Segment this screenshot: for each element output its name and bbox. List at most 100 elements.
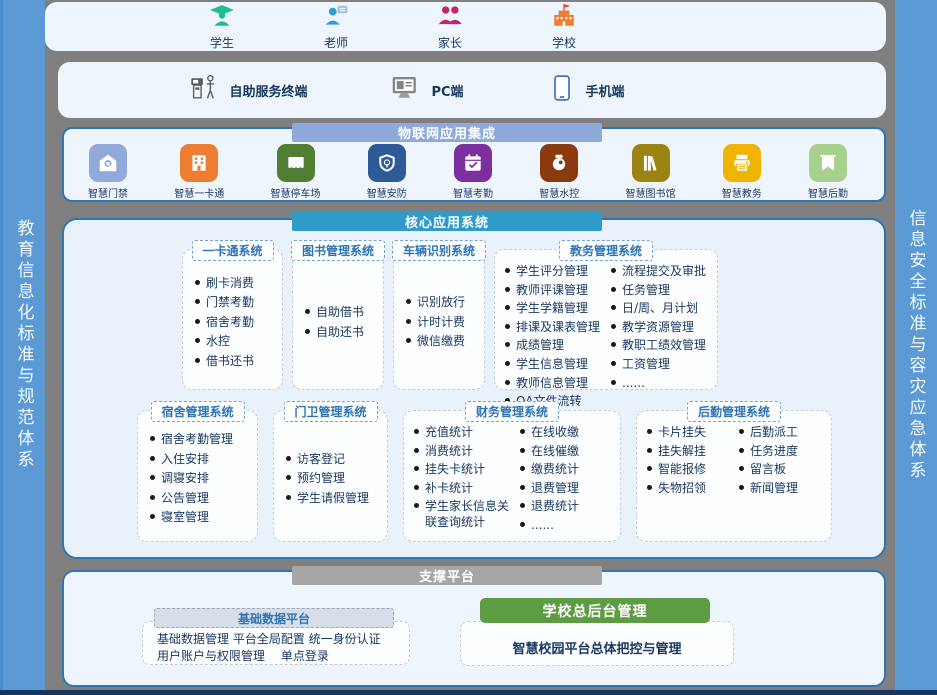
system-item: 失物招领 <box>647 481 737 497</box>
bullet <box>647 485 652 490</box>
system-item: 智能报修 <box>647 462 737 478</box>
bullet <box>505 305 510 310</box>
bullet <box>150 456 155 461</box>
security-shield-icon <box>368 144 406 182</box>
logistics-banner-icon <box>809 144 847 182</box>
bullet <box>195 338 200 343</box>
core-banner: 核心应用系统 <box>292 211 602 231</box>
system-item: 公告管理 <box>150 491 253 507</box>
iot-item-security: 智慧安防 <box>367 144 407 200</box>
academic-printer-icon <box>723 144 761 182</box>
water-control-icon <box>540 144 578 182</box>
bullet <box>286 495 291 500</box>
system-item: 门禁考勤 <box>195 295 278 311</box>
bullet <box>406 338 411 343</box>
bullet <box>414 448 419 453</box>
system-item: 退费统计 <box>520 499 618 515</box>
core-row-1: 一卡通系统 刷卡消费 门禁考勤 宿舍考勤 水控 借书还书 图书管理系统 自助借书… <box>182 249 718 390</box>
school-backend-text: 智慧校园平台总体把控与管理 <box>512 638 681 657</box>
bullet <box>520 429 525 434</box>
door-access-icon <box>89 144 127 182</box>
bullet <box>150 514 155 519</box>
base-data-line1: 基础数据管理 平台全局配置 统一身份认证 <box>157 631 401 648</box>
bullet <box>414 429 419 434</box>
system-item: 水控 <box>195 334 278 350</box>
bullet <box>414 503 419 508</box>
iot-label: 智慧考勤 <box>453 185 493 200</box>
iot-label: 智慧图书馆 <box>626 185 676 200</box>
school-backend-content: 智慧校园平台总体把控与管理 <box>460 621 734 666</box>
system-item: 排课及课表管理 <box>505 320 609 336</box>
system-box-library: 图书管理系统 自助借书 自助还书 <box>292 249 384 390</box>
system-item: 学生信息管理 <box>505 357 609 373</box>
system-item: 自助还书 <box>305 325 379 341</box>
iot-banner: 物联网应用集成 <box>292 123 602 142</box>
pc-icon <box>391 73 421 107</box>
access-terminals-panel: 自助服务终端 PC端 手机端 <box>58 62 886 118</box>
left-pillar-label: 教育信息化标准与规范体系 <box>12 219 37 471</box>
bullet <box>286 475 291 480</box>
bullet <box>505 361 510 366</box>
bullet <box>739 429 744 434</box>
terminal-label: 自助服务终端 <box>229 81 307 100</box>
system-box-title: 车辆识别系统 <box>392 240 486 261</box>
bullet <box>286 456 291 461</box>
bullet <box>520 485 525 490</box>
bullet <box>647 466 652 471</box>
system-item: 计时计费 <box>406 315 480 331</box>
system-item: 退费管理 <box>520 481 618 497</box>
terminal-label: PC端 <box>431 81 463 100</box>
terminal-kiosk: 自助服务终端 <box>189 73 307 107</box>
system-item: 借书还书 <box>195 354 278 370</box>
iot-item-parking: 智慧停车场 <box>271 144 321 200</box>
system-item: 学生评分管理 <box>505 264 609 280</box>
bullet <box>520 466 525 471</box>
base-data-line2: 用户账户与权限管理 单点登录 <box>157 648 401 665</box>
bullet <box>520 522 525 527</box>
terminal-mobile: 手机端 <box>548 74 625 106</box>
iot-label: 智慧门禁 <box>88 185 128 200</box>
library-books-icon <box>632 144 670 182</box>
system-item: 工资管理 <box>611 357 715 373</box>
parking-icon <box>277 144 315 182</box>
system-item: 教职工绩效管理 <box>611 338 715 354</box>
bullet <box>520 448 525 453</box>
bullet <box>739 485 744 490</box>
system-item: 缴费统计 <box>520 462 618 478</box>
bullet <box>305 309 310 314</box>
system-box-finance: 财务管理系统 充值统计 消费统计 挂失卡统计 补卡统计 学生家长信息关联查询统计… <box>403 410 621 542</box>
system-box-title: 一卡通系统 <box>191 240 273 261</box>
bullet <box>505 380 510 385</box>
system-item: 在线催缴 <box>520 444 618 460</box>
bullet <box>739 448 744 453</box>
right-pillar-label: 信息安全标准与容灾应急体系 <box>904 209 929 482</box>
bullet <box>739 466 744 471</box>
iot-item-water: 智慧水控 <box>539 144 579 200</box>
bullet <box>505 268 510 273</box>
bullet <box>406 299 411 304</box>
system-item: 任务进度 <box>739 444 829 460</box>
kiosk-icon <box>189 73 219 107</box>
system-item: 学生请假管理 <box>286 491 383 507</box>
system-item: 调寝安排 <box>150 471 253 487</box>
bullet <box>505 342 510 347</box>
iot-integration-panel: 物联网应用集成 智慧门禁 智慧一卡通 智慧停车场 <box>62 127 886 202</box>
iot-item-academic: 智慧教务 <box>722 144 762 200</box>
bullet <box>414 485 419 490</box>
bullet <box>611 305 616 310</box>
onecard-icon <box>180 144 218 182</box>
iot-item-door-access: 智慧门禁 <box>88 144 128 200</box>
iot-item-logistics: 智慧后勤 <box>808 144 848 200</box>
phone-icon <box>548 74 576 106</box>
bullet <box>406 319 411 324</box>
school-backend-header: 学校总后台管理 <box>480 598 710 623</box>
bullet <box>195 319 200 324</box>
system-box-dormitory: 宿舍管理系统 宿舍考勤管理 入住安排 调寝安排 公告管理 寝室管理 <box>137 410 258 542</box>
system-item: 日/周、月计划 <box>611 301 715 317</box>
bullet <box>520 503 525 508</box>
iot-label: 智慧一卡通 <box>174 185 224 200</box>
system-item: 流程提交及审批 <box>611 264 715 280</box>
iot-item-library: 智慧图书馆 <box>626 144 676 200</box>
user-role-label: 老师 <box>324 34 348 51</box>
bottom-divider <box>0 690 937 695</box>
